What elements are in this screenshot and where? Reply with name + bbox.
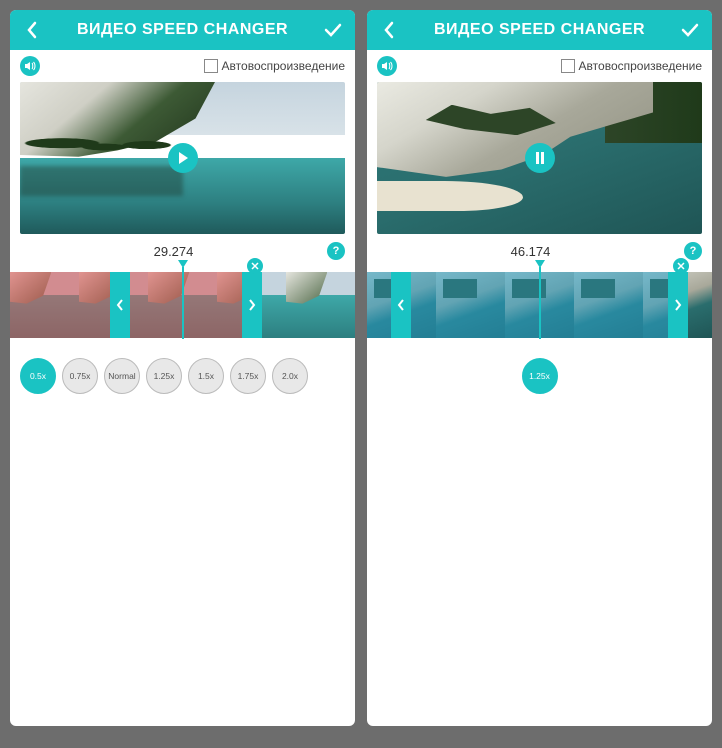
screen-right: ВИДЕО SPEED CHANGER Автовоспроизведение …	[367, 10, 712, 726]
sound-toggle[interactable]	[20, 56, 40, 76]
handle-left-icon[interactable]	[397, 299, 405, 311]
handle-left-icon[interactable]	[116, 299, 124, 311]
speed-buttons-row: 0.5x 0.75x Normal 1.25x 1.5x 1.75x 2.0x	[10, 350, 355, 402]
app-header: ВИДЕО SPEED CHANGER	[10, 10, 355, 50]
help-button[interactable]: ?	[684, 242, 702, 260]
close-icon	[677, 262, 685, 270]
options-row: Автовоспроизведение	[367, 50, 712, 82]
speed-buttons-row: 1.25x	[367, 350, 712, 402]
autoplay-label: Автовоспроизведение	[222, 59, 345, 73]
options-row: Автовоспроизведение	[10, 50, 355, 82]
remove-selection-button[interactable]	[247, 258, 263, 274]
play-button[interactable]	[168, 143, 198, 173]
close-icon	[251, 262, 259, 270]
speed-button-0-5x[interactable]: 0.5x	[20, 358, 56, 394]
checkbox-box-icon	[204, 59, 218, 73]
current-time: 46.174	[377, 244, 684, 259]
back-button[interactable]	[377, 18, 401, 42]
playhead[interactable]	[178, 260, 188, 339]
check-icon	[681, 23, 699, 37]
speed-button-1-25x[interactable]: 1.25x	[146, 358, 182, 394]
app-title: ВИДЕО SPEED CHANGER	[401, 21, 678, 39]
autoplay-checkbox[interactable]: Автовоспроизведение	[204, 59, 345, 73]
speed-button-0-75x[interactable]: 0.75x	[62, 358, 98, 394]
speed-button-1-5x[interactable]: 1.5x	[188, 358, 224, 394]
speed-button-1-25x[interactable]: 1.25x	[522, 358, 558, 394]
back-button[interactable]	[20, 18, 44, 42]
question-icon: ?	[690, 245, 697, 257]
app-header: ВИДЕО SPEED CHANGER	[367, 10, 712, 50]
playhead-line	[182, 267, 184, 339]
speaker-icon	[24, 60, 36, 72]
speed-button-1-75x[interactable]: 1.75x	[230, 358, 266, 394]
check-icon	[324, 23, 342, 37]
pause-icon	[534, 151, 546, 165]
frame	[286, 272, 355, 338]
video-preview[interactable]	[377, 82, 702, 234]
autoplay-checkbox[interactable]: Автовоспроизведение	[561, 59, 702, 73]
handle-right-icon[interactable]	[248, 299, 256, 311]
speed-button-2-0x[interactable]: 2.0x	[272, 358, 308, 394]
screen-left: ВИДЕО SPEED CHANGER Автовоспроизведение …	[10, 10, 355, 726]
help-button[interactable]: ?	[327, 242, 345, 260]
timeline[interactable]	[10, 266, 355, 344]
playhead[interactable]	[535, 260, 545, 339]
playhead-line	[539, 267, 541, 339]
play-icon	[177, 151, 189, 165]
sound-toggle[interactable]	[377, 56, 397, 76]
app-title: ВИДЕО SPEED CHANGER	[44, 21, 321, 39]
speaker-icon	[381, 60, 393, 72]
timeline[interactable]	[367, 266, 712, 344]
handle-right-icon[interactable]	[674, 299, 682, 311]
checkbox-box-icon	[561, 59, 575, 73]
chevron-left-icon	[26, 21, 38, 39]
confirm-button[interactable]	[678, 18, 702, 42]
autoplay-label: Автовоспроизведение	[579, 59, 702, 73]
confirm-button[interactable]	[321, 18, 345, 42]
pause-button[interactable]	[525, 143, 555, 173]
remove-selection-button[interactable]	[673, 258, 689, 274]
current-time: 29.274	[20, 244, 327, 259]
video-preview[interactable]	[20, 82, 345, 234]
speed-button-normal[interactable]: Normal	[104, 358, 140, 394]
chevron-left-icon	[383, 21, 395, 39]
question-icon: ?	[333, 245, 340, 257]
